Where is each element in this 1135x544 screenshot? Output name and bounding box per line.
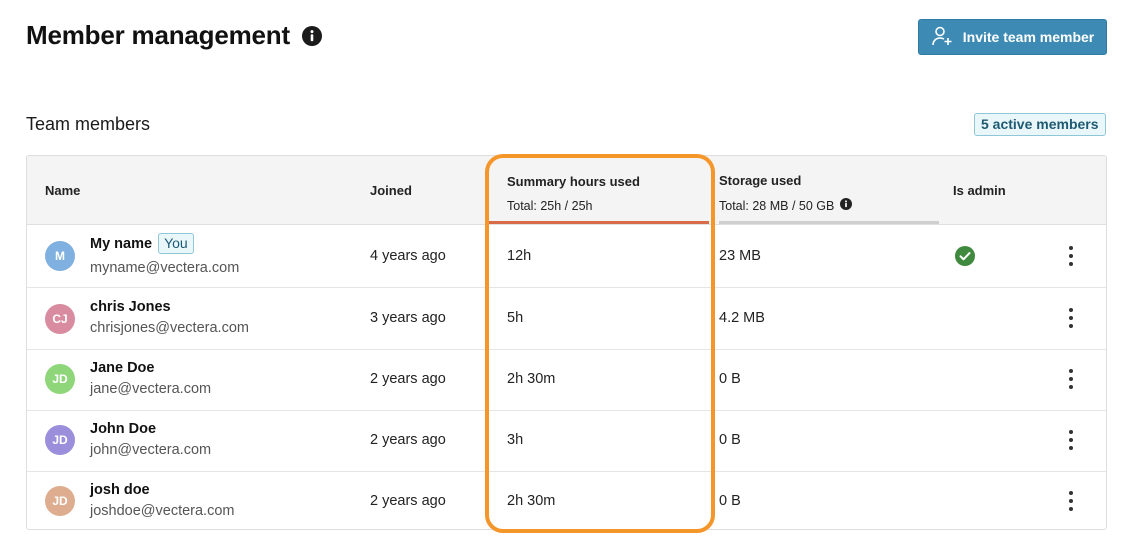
member-email: myname@vectera.com bbox=[90, 260, 240, 276]
summary-hours-cell: 2h 30m bbox=[507, 371, 556, 387]
storage-cell: 4.2 MB bbox=[719, 310, 765, 326]
storage-cell: 0 B bbox=[719, 432, 741, 448]
table-row[interactable]: JD John Doe john@vectera.com 2 years ago… bbox=[27, 410, 1106, 472]
storage-cell: 23 MB bbox=[719, 248, 761, 264]
member-name: chris Jones bbox=[90, 299, 171, 315]
member-name: Jane Doe bbox=[90, 360, 155, 376]
joined-cell: 2 years ago bbox=[370, 432, 446, 448]
avatar: JD bbox=[45, 486, 75, 516]
active-members-badge: 5 active members bbox=[974, 113, 1106, 136]
add-user-icon bbox=[931, 25, 953, 50]
storage-cell: 0 B bbox=[719, 493, 741, 509]
storage-cell: 0 B bbox=[719, 371, 741, 387]
member-email: joshdoe@vectera.com bbox=[90, 503, 235, 519]
members-table: Name Joined Summary hours used Total: 25… bbox=[26, 155, 1107, 530]
avatar: JD bbox=[45, 364, 75, 394]
member-email: jane@vectera.com bbox=[90, 381, 212, 397]
column-header-admin[interactable]: Is admin bbox=[953, 183, 1006, 198]
storage-header-label: Storage used bbox=[719, 173, 802, 188]
table-row[interactable]: JD Jane Doe jane@vectera.com 2 years ago… bbox=[27, 349, 1106, 411]
column-header-name[interactable]: Name bbox=[45, 183, 80, 198]
invite-button-label: Invite team member bbox=[962, 29, 1095, 45]
info-icon[interactable] bbox=[840, 198, 853, 213]
section-title: Team members bbox=[26, 114, 151, 134]
storage-total: Total: 28 MB / 50 GB bbox=[719, 198, 835, 213]
member-name: josh doe bbox=[90, 482, 150, 498]
joined-cell: 3 years ago bbox=[370, 310, 446, 326]
row-menu-button[interactable] bbox=[1065, 308, 1077, 328]
member-name: John Doe bbox=[90, 421, 157, 437]
member-name: My name bbox=[90, 235, 153, 252]
row-menu-button[interactable] bbox=[1065, 246, 1077, 266]
summary-hours-cell: 12h bbox=[507, 248, 532, 264]
row-menu-button[interactable] bbox=[1065, 430, 1077, 450]
row-menu-button[interactable] bbox=[1065, 491, 1077, 511]
table-row[interactable]: CJ chris Jones chrisjones@vectera.com 3 … bbox=[27, 288, 1106, 350]
summary-hours-cell: 3h bbox=[507, 432, 524, 448]
storage-total-line: Total: 28 MB / 50 GB bbox=[719, 198, 853, 213]
column-header-joined[interactable]: Joined bbox=[370, 183, 412, 198]
table-header: Name Joined Summary hours used Total: 25… bbox=[27, 156, 1106, 225]
page-title-container: Member management bbox=[26, 20, 322, 51]
member-email: chrisjones@vectera.com bbox=[90, 320, 249, 336]
summary-total: Total: 25h / 25h bbox=[507, 199, 593, 213]
column-header-summary[interactable]: Summary hours used Total: 25h / 25h bbox=[507, 174, 640, 213]
summary-header-label: Summary hours used bbox=[507, 174, 640, 189]
member-email: john@vectera.com bbox=[90, 442, 212, 458]
you-badge: You bbox=[158, 233, 194, 254]
avatar: CJ bbox=[45, 304, 75, 334]
member-name-line: My name You bbox=[90, 233, 194, 254]
avatar: JD bbox=[45, 425, 75, 455]
row-menu-button[interactable] bbox=[1065, 369, 1077, 389]
summary-hours-cell: 2h 30m bbox=[507, 493, 556, 509]
joined-cell: 2 years ago bbox=[370, 371, 446, 387]
info-icon[interactable] bbox=[301, 25, 322, 46]
summary-hours-cell: 5h bbox=[507, 310, 524, 326]
invite-team-member-button[interactable]: Invite team member bbox=[918, 19, 1107, 55]
page-title: Member management bbox=[26, 20, 290, 50]
table-row[interactable]: M My name You myname@vectera.com 4 years… bbox=[27, 224, 1106, 288]
column-header-storage[interactable]: Storage used Total: 28 MB / 50 GB bbox=[719, 173, 853, 213]
joined-cell: 4 years ago bbox=[370, 248, 446, 264]
check-circle-icon bbox=[955, 246, 975, 266]
joined-cell: 2 years ago bbox=[370, 493, 446, 509]
table-row[interactable]: JD josh doe joshdoe@vectera.com 2 years … bbox=[27, 471, 1106, 529]
avatar: M bbox=[45, 241, 75, 271]
